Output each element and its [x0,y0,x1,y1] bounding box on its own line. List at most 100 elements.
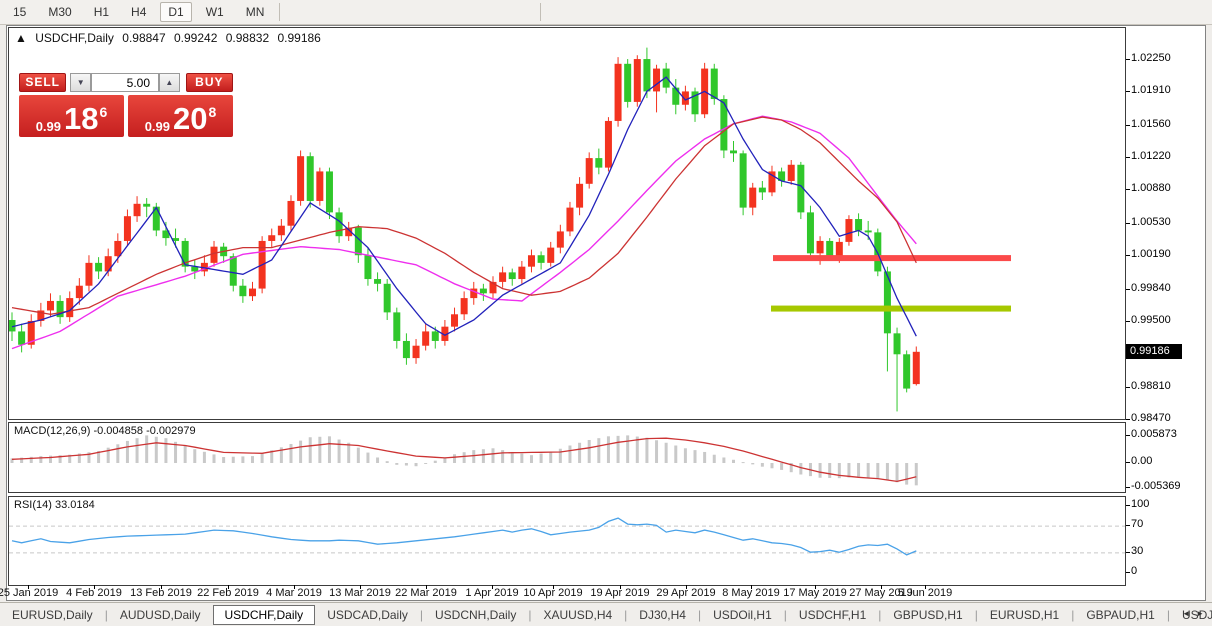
chart-tab-usdjp[interactable]: USDJP [1170,606,1212,624]
current-price-tag: 0.99186 [1126,344,1182,359]
price-axis-label-tick [1126,289,1130,290]
macd-axis-label-tick [1126,487,1130,488]
rsi-axis-label: 100 [1131,498,1149,510]
rsi-axis-label-tick [1126,552,1130,553]
price-axis-label: 1.00530 [1131,216,1171,228]
ohlc-close: 0.99186 [277,31,320,45]
rsi-panel[interactable]: RSI(14) 33.0184 [8,496,1126,586]
rsi-axis-label: 30 [1131,545,1143,557]
date-axis-label: 1 Apr 2019 [465,587,518,599]
rsi-canvas [9,497,1125,585]
collapse-panel-icon[interactable]: ▲ [15,31,27,45]
rsi-axis-label-tick [1126,572,1130,573]
chart-tab-xauusd[interactable]: XAUUSD,H4 [531,606,624,624]
buy-price-display[interactable]: 0.99 20 8 [128,95,233,137]
ohlc-open: 0.98847 [122,31,165,45]
toolbar-separator [540,3,541,21]
price-axis-label: 1.01220 [1131,150,1171,162]
price-axis-label-tick [1126,255,1130,256]
timeframe-button-d1[interactable]: D1 [160,2,191,22]
price-axis-label-tick [1126,59,1130,60]
chart-tab-eurusd[interactable]: EURUSD,Daily [0,606,105,624]
timeframe-toolbar: 15 M30 H1 H4 D1 W1 MN [0,0,1212,25]
macd-axis-label: 0.00 [1131,455,1152,467]
timeframe-button-h4[interactable]: H4 [123,2,154,22]
date-axis-label: 13 Feb 2019 [130,587,192,599]
rsi-axis-label-tick [1126,505,1130,506]
sell-price-display[interactable]: 0.99 18 6 [19,95,124,137]
price-axis-label-tick [1126,321,1130,322]
date-axis-label: 22 Mar 2019 [395,587,457,599]
chart-tab-gbpusd[interactable]: GBPUSD,H1 [881,606,974,624]
timeframe-button-m30[interactable]: M30 [40,2,79,22]
tabs-scroll-right-icon[interactable]: ► [1196,609,1204,618]
toolbar-separator [279,3,280,21]
price-axis-label: 1.01560 [1131,118,1171,130]
price-axis-label-tick [1126,387,1130,388]
volume-decrease-button[interactable]: ▼ [70,73,91,92]
date-axis-label: 4 Mar 2019 [266,587,322,599]
chart-tab-usdcnh[interactable]: USDCNH,Daily [423,606,528,624]
timeframe-button-w1[interactable]: W1 [198,2,232,22]
price-axis-label-tick [1126,157,1130,158]
price-axis-label-tick [1126,223,1130,224]
date-axis-label: 25 Jan 2019 [0,587,58,599]
support-line[interactable] [771,306,1011,312]
chart-tab-audusd[interactable]: AUDUSD,Daily [108,606,213,624]
volume-input[interactable] [91,73,159,92]
sell-price-pips: 18 [64,104,98,134]
chart-tab-eurusd[interactable]: EURUSD,H1 [978,606,1071,624]
buy-price-point: 8 [209,104,217,120]
sell-price-point: 6 [100,104,108,120]
rsi-axis-label: 70 [1131,518,1143,530]
price-axis-label: 0.99840 [1131,282,1171,294]
price-axis-label-tick [1126,419,1130,420]
price-axis-label: 0.99500 [1131,314,1171,326]
timeframe-button-h1[interactable]: H1 [86,2,117,22]
date-axis-label: 13 Mar 2019 [329,587,391,599]
price-axis-label: 1.01910 [1131,84,1171,96]
chart-symbol-label: USDCHF,Daily [35,31,114,45]
price-axis-label: 1.00190 [1131,248,1171,260]
date-axis-label: 5 Jun 2019 [898,587,952,599]
macd-axis-label-tick [1126,462,1130,463]
date-axis-label: 19 Apr 2019 [590,587,649,599]
chart-tab-dj30[interactable]: DJ30,H4 [627,606,698,624]
one-click-trading-panel: SELL ▼ ▲ BUY 0.99 18 6 0.99 20 8 [19,73,233,137]
ohlc-high: 0.99242 [174,31,217,45]
price-axis-label: 1.00880 [1131,182,1171,194]
rsi-label: RSI(14) 33.0184 [14,499,95,511]
volume-increase-button[interactable]: ▲ [159,73,180,92]
timeframe-buttons: 15 M30 H1 H4 D1 W1 MN [0,2,284,22]
timeframe-button-15[interactable]: 15 [5,2,34,22]
price-axis-label: 0.98810 [1131,380,1171,392]
timeframe-button-mn[interactable]: MN [238,2,273,22]
chart-tab-usdchf[interactable]: USDCHF,Daily [213,605,316,625]
buy-price-major: 0.99 [145,119,170,134]
chart-tab-bar: EURUSD,Daily|AUDUSD,DailyUSDCHF,DailyUSD… [0,602,1212,626]
spacer [180,73,186,92]
price-chart-panel[interactable]: ▲ USDCHF,Daily 0.98847 0.99242 0.98832 0… [8,27,1126,420]
ohlc-low: 0.98832 [226,31,269,45]
price-axis-label: 1.02250 [1131,52,1171,64]
chart-tab-usdoil[interactable]: USDOil,H1 [701,606,784,624]
sell-button[interactable]: SELL [19,73,66,92]
macd-axis-label: 0.005873 [1131,428,1177,440]
chart-tab-usdcad[interactable]: USDCAD,Daily [315,606,420,624]
rsi-axis-label: 0 [1131,565,1137,577]
macd-axis-label: -0.005369 [1131,480,1181,492]
sell-price-major: 0.99 [36,119,61,134]
buy-price-pips: 20 [173,104,207,134]
buy-button[interactable]: BUY [186,73,233,92]
date-axis-label: 17 May 2019 [783,587,847,599]
chart-tab-usdchf[interactable]: USDCHF,H1 [787,606,878,624]
resistance-line[interactable] [773,255,1011,261]
date-axis-label: 8 May 2019 [722,587,779,599]
mt4-terminal: 15 M30 H1 H4 D1 W1 MN ▲ USDCHF,Daily 0.98847 0… [0,0,1212,625]
date-axis-label: 22 Feb 2019 [197,587,259,599]
chart-title: ▲ USDCHF,Daily 0.98847 0.99242 0.98832 0… [15,31,326,45]
chart-tab-gbpaud[interactable]: GBPAUD,H1 [1074,606,1166,624]
price-axis-label-tick [1126,125,1130,126]
macd-panel[interactable]: MACD(12,26,9) -0.004858 -0.002979 [8,422,1126,493]
tabs-scroll-left-icon[interactable]: ◄ [1182,609,1190,618]
